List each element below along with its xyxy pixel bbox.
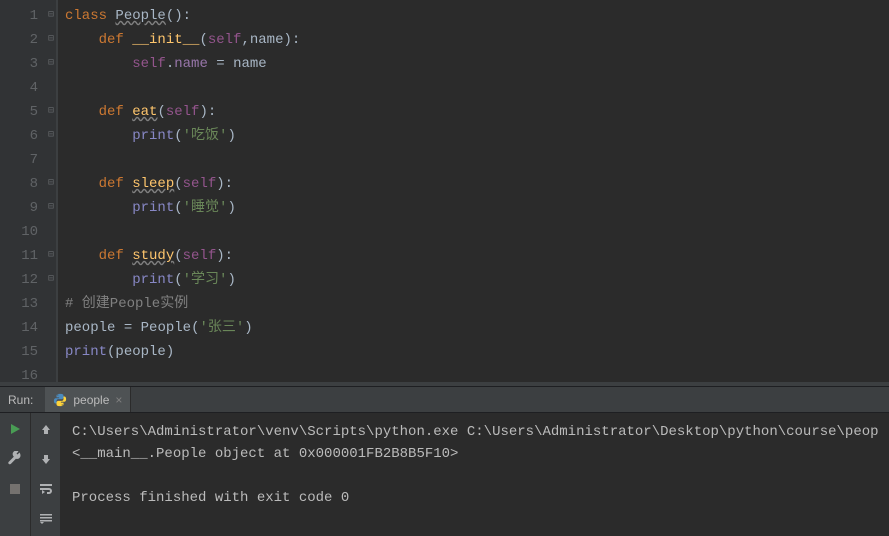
line-number: 3⊟ bbox=[0, 52, 56, 76]
scroll-up-button[interactable] bbox=[36, 419, 56, 439]
run-label: Run: bbox=[8, 393, 33, 407]
console-line: <__main__.People object at 0x000001FB2B8… bbox=[72, 446, 458, 462]
line-number: 14 bbox=[0, 316, 56, 340]
python-icon bbox=[53, 393, 67, 407]
run-tool-window: Run: people × bbox=[0, 386, 889, 536]
line-number: 6⊟ bbox=[0, 124, 56, 148]
fold-icon[interactable]: ⊟ bbox=[48, 100, 54, 124]
fold-icon[interactable]: ⊟ bbox=[48, 268, 54, 292]
tab-name: people bbox=[73, 393, 109, 407]
line-number: 13 bbox=[0, 292, 56, 316]
code-line bbox=[65, 220, 889, 244]
scroll-to-end-button[interactable] bbox=[36, 509, 56, 529]
soft-wrap-button[interactable] bbox=[36, 479, 56, 499]
code-line: people = People('张三') bbox=[65, 316, 889, 340]
code-line: def __init__(self,name): bbox=[65, 28, 889, 52]
arrow-up-icon bbox=[40, 423, 52, 435]
rerun-button[interactable] bbox=[5, 419, 25, 439]
console-line: Process finished with exit code 0 bbox=[72, 490, 349, 506]
line-number: 2⊟ bbox=[0, 28, 56, 52]
fold-icon[interactable]: ⊟ bbox=[48, 244, 54, 268]
run-toolbar-secondary bbox=[30, 413, 60, 536]
code-line: print('吃饭') bbox=[65, 124, 889, 148]
line-number: 10 bbox=[0, 220, 56, 244]
stop-icon bbox=[9, 483, 21, 495]
line-number: 15 bbox=[0, 340, 56, 364]
code-line: def sleep(self): bbox=[65, 172, 889, 196]
fold-icon[interactable]: ⊟ bbox=[48, 52, 54, 76]
editor-area: 1⊟ 2⊟ 3⊟ 4 5⊟ 6⊟ 7 8⊟ 9⊟ 10 11⊟ 12⊟ 13 1… bbox=[0, 0, 889, 382]
code-line: print('学习') bbox=[65, 268, 889, 292]
line-number: 12⊟ bbox=[0, 268, 56, 292]
line-number: 5⊟ bbox=[0, 100, 56, 124]
code-line: class People(): bbox=[65, 4, 889, 28]
fold-icon[interactable]: ⊟ bbox=[48, 124, 54, 148]
line-number: 11⊟ bbox=[0, 244, 56, 268]
code-line bbox=[65, 364, 889, 382]
code-line bbox=[65, 76, 889, 100]
code-line: def eat(self): bbox=[65, 100, 889, 124]
indent-guide bbox=[57, 0, 58, 382]
code-line: self.name = name bbox=[65, 52, 889, 76]
fold-icon[interactable]: ⊟ bbox=[48, 28, 54, 52]
stop-button[interactable] bbox=[5, 479, 25, 499]
scroll-to-end-icon bbox=[39, 513, 53, 525]
code-editor[interactable]: class People(): def __init__(self,name):… bbox=[56, 0, 889, 382]
line-number: 8⊟ bbox=[0, 172, 56, 196]
run-header: Run: people × bbox=[0, 387, 889, 413]
console-line: C:\Users\Administrator\venv\Scripts\pyth… bbox=[72, 424, 879, 440]
run-body: C:\Users\Administrator\venv\Scripts\pyth… bbox=[0, 413, 889, 536]
code-line bbox=[65, 148, 889, 172]
code-line: print(people) bbox=[65, 340, 889, 364]
fold-icon[interactable]: ⊟ bbox=[48, 4, 54, 28]
fold-icon[interactable]: ⊟ bbox=[48, 196, 54, 220]
play-icon bbox=[8, 422, 22, 436]
code-line: def study(self): bbox=[65, 244, 889, 268]
tab-close-icon[interactable]: × bbox=[115, 393, 122, 407]
line-number: 9⊟ bbox=[0, 196, 56, 220]
gutter: 1⊟ 2⊟ 3⊟ 4 5⊟ 6⊟ 7 8⊟ 9⊟ 10 11⊟ 12⊟ 13 1… bbox=[0, 0, 56, 382]
code-line: # 创建People实例 bbox=[65, 292, 889, 316]
console-output[interactable]: C:\Users\Administrator\venv\Scripts\pyth… bbox=[60, 413, 889, 536]
soft-wrap-icon bbox=[39, 483, 53, 495]
arrow-down-icon bbox=[40, 453, 52, 465]
line-number: 7 bbox=[0, 148, 56, 172]
wrench-icon bbox=[7, 451, 23, 467]
run-toolbar-primary bbox=[0, 413, 30, 536]
line-number: 16 bbox=[0, 364, 56, 382]
code-line: print('睡觉') bbox=[65, 196, 889, 220]
run-tab[interactable]: people × bbox=[45, 387, 131, 412]
scroll-down-button[interactable] bbox=[36, 449, 56, 469]
line-number: 4 bbox=[0, 76, 56, 100]
line-number: 1⊟ bbox=[0, 4, 56, 28]
fold-icon[interactable]: ⊟ bbox=[48, 172, 54, 196]
settings-button[interactable] bbox=[5, 449, 25, 469]
